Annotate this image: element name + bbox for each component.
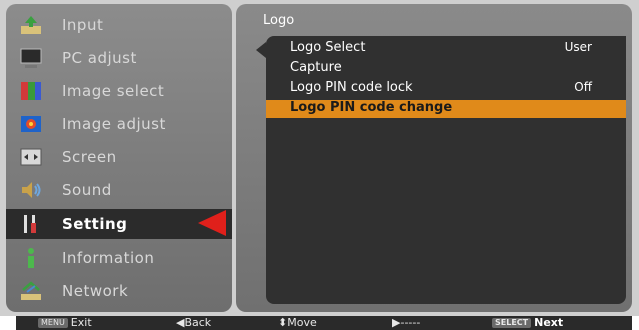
back-label: Back	[184, 316, 212, 329]
network-icon	[18, 280, 44, 302]
right-label: -----	[400, 316, 421, 329]
menu-item-label: Input	[62, 16, 104, 34]
move-label: Move	[287, 316, 317, 329]
menu-item-label: PC adjust	[62, 49, 137, 67]
menu-item-pc-adjust[interactable]: PC adjust	[12, 43, 226, 73]
menu-item-input[interactable]: Input	[12, 10, 226, 40]
image-adjust-icon	[18, 113, 44, 135]
menu-item-label: Information	[62, 249, 155, 267]
left-arrow-icon: ◀	[176, 316, 185, 329]
menu-item-image-select[interactable]: Image select	[12, 76, 226, 106]
menu-item-label: Image select	[62, 82, 165, 100]
submenu-panel: Logo Logo Select User Capture Logo PIN c…	[236, 4, 632, 312]
menu-item-screen[interactable]: Screen	[12, 142, 226, 172]
row-value: Off	[574, 80, 592, 94]
submenu-row-capture[interactable]: Capture	[266, 60, 626, 78]
osd-frame: Input PC adjust Image select Image adjus…	[0, 0, 639, 316]
submenu-list: Logo Select User Capture Logo PIN code l…	[266, 36, 626, 304]
screen-icon	[18, 146, 44, 168]
move-hint: ⬍ Move	[278, 316, 317, 330]
back-hint: ◀ Back	[176, 316, 211, 330]
select-key-icon: SELECT	[492, 318, 532, 328]
exit-label: Exit	[70, 316, 92, 329]
menu-item-label: Image adjust	[62, 115, 166, 133]
row-label: Logo PIN code lock	[290, 80, 413, 95]
row-label: Logo PIN code change	[290, 100, 453, 115]
menu-item-label: Sound	[62, 181, 112, 199]
up-down-arrow-icon: ⬍	[278, 316, 288, 329]
footer-hint-bar: MENU Exit ◀ Back ⬍ Move ▶ ----- SELECT N…	[16, 316, 632, 330]
sound-icon	[18, 179, 44, 201]
row-label: Logo Select	[290, 40, 366, 55]
submenu-pointer-icon	[256, 42, 266, 58]
selection-arrow-icon	[198, 210, 226, 236]
right-hint: ▶ -----	[392, 316, 420, 330]
right-arrow-icon: ▶	[392, 316, 401, 329]
menu-item-sound[interactable]: Sound	[12, 175, 226, 205]
row-label: Capture	[290, 60, 342, 75]
menu-item-information[interactable]: Information	[12, 243, 226, 273]
next-label: Next	[534, 316, 564, 329]
submenu-row-logo-pin-code-lock[interactable]: Logo PIN code lock Off	[266, 80, 626, 98]
menu-item-label: Network	[62, 282, 129, 300]
menu-item-label: Screen	[62, 148, 117, 166]
input-icon	[18, 14, 44, 36]
submenu-title: Logo	[263, 13, 295, 28]
setting-icon	[18, 213, 44, 235]
menu-key-icon: MENU	[38, 318, 68, 328]
information-icon	[18, 247, 44, 269]
submenu-row-logo-select[interactable]: Logo Select User	[266, 40, 626, 58]
menu-item-label: Setting	[62, 215, 128, 233]
menu-item-network[interactable]: Network	[12, 276, 226, 306]
pc-adjust-icon	[18, 47, 44, 69]
submenu-row-logo-pin-code-change[interactable]: Logo PIN code change	[266, 100, 626, 118]
exit-hint: MENU Exit	[38, 316, 92, 330]
next-hint: SELECT Next	[492, 316, 563, 330]
main-menu-panel: Input PC adjust Image select Image adjus…	[6, 4, 232, 312]
menu-item-image-adjust[interactable]: Image adjust	[12, 109, 226, 139]
image-select-icon	[18, 80, 44, 102]
row-value: User	[564, 40, 592, 54]
